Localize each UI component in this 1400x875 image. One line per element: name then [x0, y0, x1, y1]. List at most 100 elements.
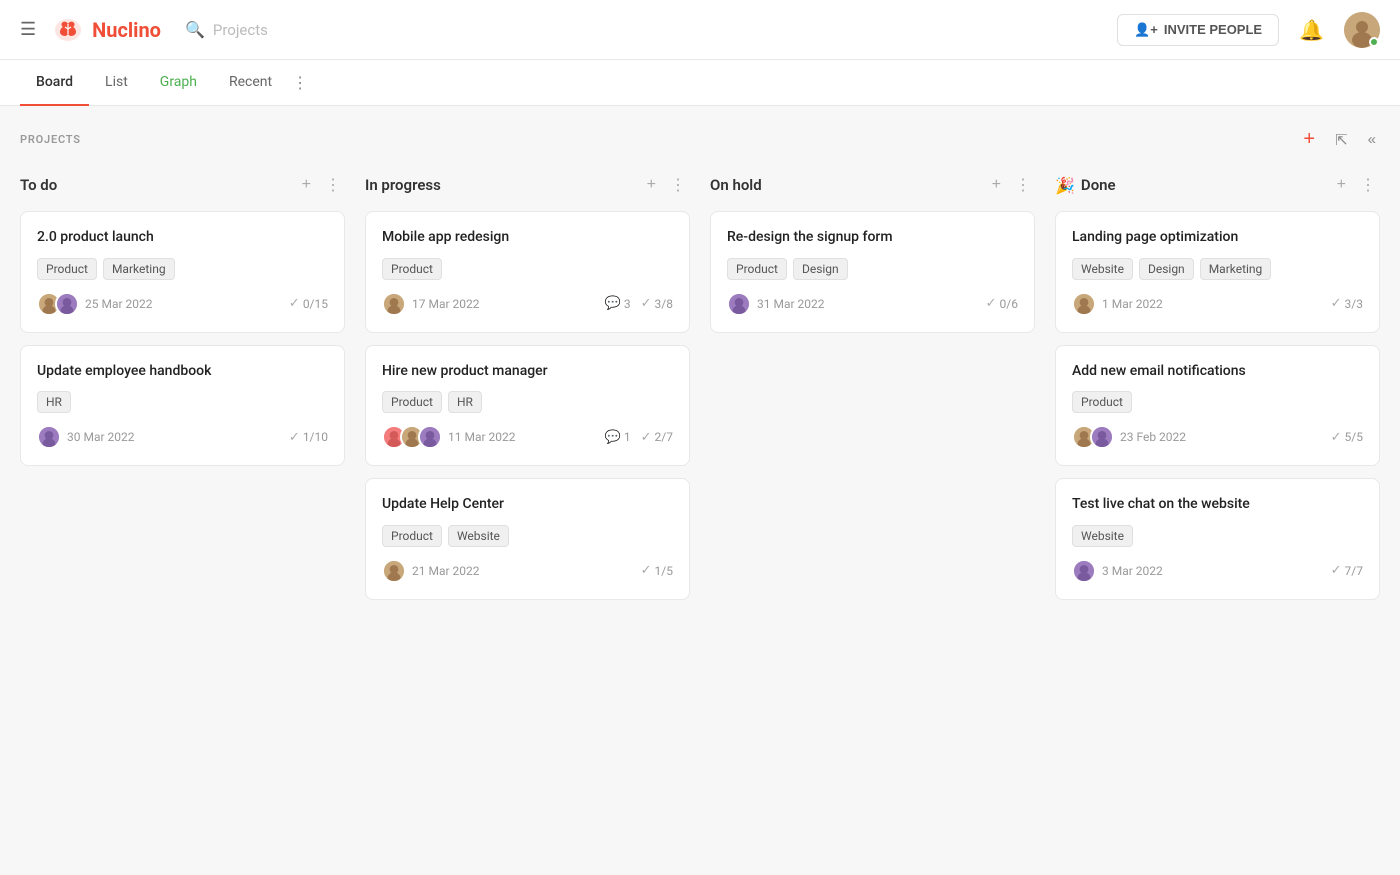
card-footer-card6: 31 Mar 2022 ✓ 0/6 — [727, 292, 1018, 316]
card-checks-card7: ✓ 3/3 — [1331, 296, 1363, 311]
column-header-inprogress: In progress + ⋮ — [365, 173, 690, 197]
tag: Product — [1072, 391, 1132, 413]
card-card3[interactable]: Mobile app redesign Product 17 Mar 2022 💬 … — [365, 211, 690, 333]
tag: Marketing — [103, 258, 175, 280]
card-date-card9: 3 Mar 2022 — [1102, 564, 1323, 578]
add-card-button-inprogress[interactable]: + — [643, 174, 660, 196]
kanban-board: To do+⋮2.0 product launchProductMarketin… — [20, 173, 1380, 612]
check-icon: ✓ — [1331, 430, 1342, 445]
tab-list[interactable]: List — [89, 60, 144, 106]
mini-avatar — [1090, 425, 1114, 449]
card-footer-card7: 1 Mar 2022 ✓ 3/3 — [1072, 292, 1363, 316]
column-more-button-inprogress[interactable]: ⋮ — [666, 173, 690, 197]
logo-icon — [52, 14, 84, 46]
card-date-card3: 17 Mar 2022 — [412, 297, 597, 311]
projects-label: PROJECTS — [20, 133, 81, 146]
tag: Website — [1072, 258, 1133, 280]
card-title-card8: Add new email notifications — [1072, 362, 1363, 382]
card-card7[interactable]: Landing page optimizationWebsiteDesignMa… — [1055, 211, 1380, 333]
tag: Design — [793, 258, 848, 280]
tag: Product — [382, 525, 442, 547]
card-footer-card3: 17 Mar 2022💬 3✓ 3/8 — [382, 292, 673, 316]
column-onhold: On hold+⋮Re-design the signup formProduc… — [710, 173, 1035, 345]
mini-avatar — [1072, 559, 1096, 583]
header-right: 👤+ INVITE PEOPLE 🔔 — [1117, 12, 1380, 48]
column-more-button-onhold[interactable]: ⋮ — [1011, 173, 1035, 197]
hamburger-icon[interactable]: ☰ — [20, 19, 36, 40]
tag: Product — [37, 258, 97, 280]
card-card9[interactable]: Test live chat on the websiteWebsite 3 M… — [1055, 478, 1380, 600]
tag: HR — [448, 391, 482, 413]
card-title-card4: Hire new product manager — [382, 362, 673, 382]
card-date-card6: 31 Mar 2022 — [757, 297, 978, 311]
invite-people-button[interactable]: 👤+ INVITE PEOPLE — [1117, 14, 1279, 46]
card-avatars-card1 — [37, 292, 73, 316]
card-tags-card3: Product — [382, 258, 673, 280]
tab-more-icon[interactable]: ⋮ — [292, 73, 308, 92]
card-checks-card8: ✓ 5/5 — [1331, 430, 1363, 445]
card-card4[interactable]: Hire new product managerProductHR 11 Mar… — [365, 345, 690, 467]
add-card-button-onhold[interactable]: + — [988, 174, 1005, 196]
card-footer-card1: 25 Mar 2022 ✓ 0/15 — [37, 292, 328, 316]
column-todo: To do+⋮2.0 product launchProductMarketin… — [20, 173, 345, 478]
card-date-card1: 25 Mar 2022 — [85, 297, 281, 311]
tag: HR — [37, 391, 71, 413]
column-more-button-todo[interactable]: ⋮ — [321, 173, 345, 197]
card-card2[interactable]: Update employee handbookHR 30 Mar 2022✓ … — [20, 345, 345, 467]
check-icon: ✓ — [641, 430, 652, 445]
column-done: 🎉Done+⋮Landing page optimizationWebsiteD… — [1055, 173, 1380, 612]
mini-avatar — [418, 425, 442, 449]
card-card8[interactable]: Add new email notifications Product 23 Fe… — [1055, 345, 1380, 467]
card-title-card9: Test live chat on the website — [1072, 495, 1363, 515]
tag: Product — [382, 391, 442, 413]
card-comments-card4: 💬 1 — [605, 430, 631, 445]
tab-graph[interactable]: Graph — [144, 60, 213, 106]
column-title-todo: To do — [20, 176, 292, 194]
mini-avatar — [55, 292, 79, 316]
comment-icon: 💬 — [605, 296, 621, 311]
projects-header: PROJECTS + ⇱ « — [20, 126, 1380, 153]
column-more-button-done[interactable]: ⋮ — [1356, 173, 1380, 197]
add-project-button[interactable]: + — [1299, 126, 1319, 153]
tag: Product — [727, 258, 787, 280]
notification-icon[interactable]: 🔔 — [1299, 18, 1324, 42]
card-tags-card7: WebsiteDesignMarketing — [1072, 258, 1363, 280]
check-icon: ✓ — [289, 430, 300, 445]
card-tags-card5: Product Website — [382, 525, 673, 547]
card-footer-card5: 21 Mar 2022✓ 1/5 — [382, 559, 673, 583]
search-placeholder: Projects — [213, 21, 268, 39]
logo-text: Nuclino — [92, 18, 161, 42]
card-footer-card2: 30 Mar 2022✓ 1/10 — [37, 425, 328, 449]
column-title-inprogress: In progress — [365, 176, 637, 194]
column-title-onhold: On hold — [710, 176, 982, 194]
card-date-card7: 1 Mar 2022 — [1102, 297, 1323, 311]
column-header-done: 🎉Done+⋮ — [1055, 173, 1380, 197]
add-card-button-todo[interactable]: + — [298, 174, 315, 196]
add-card-button-done[interactable]: + — [1333, 174, 1350, 196]
card-avatars-card8 — [1072, 425, 1108, 449]
expand-icon[interactable]: ⇱ — [1331, 129, 1352, 151]
card-card1[interactable]: 2.0 product launchProductMarketing 25 Ma… — [20, 211, 345, 333]
check-icon: ✓ — [1331, 563, 1342, 578]
search-area[interactable]: 🔍 Projects — [185, 20, 1117, 39]
mini-avatar — [382, 559, 406, 583]
tab-recent[interactable]: Recent — [213, 60, 288, 106]
logo-area[interactable]: Nuclino — [52, 14, 161, 46]
column-header-onhold: On hold + ⋮ — [710, 173, 1035, 197]
card-meta-card6: ✓ 0/6 — [986, 296, 1018, 311]
tab-board[interactable]: Board — [20, 60, 89, 106]
user-avatar-wrap[interactable] — [1344, 12, 1380, 48]
card-title-card3: Mobile app redesign — [382, 228, 673, 248]
tag: Product — [382, 258, 442, 280]
card-checks-card6: ✓ 0/6 — [986, 296, 1018, 311]
check-icon: ✓ — [641, 563, 652, 578]
card-checks-card1: ✓ 0/15 — [289, 296, 328, 311]
collapse-icon[interactable]: « — [1364, 129, 1380, 150]
column-inprogress: In progress + ⋮ Mobile app redesign Product … — [365, 173, 690, 612]
card-card6[interactable]: Re-design the signup formProductDesign 3… — [710, 211, 1035, 333]
projects-actions: + ⇱ « — [1299, 126, 1380, 153]
card-comments-card3: 💬 3 — [605, 296, 631, 311]
card-date-card8: 23 Feb 2022 — [1120, 430, 1323, 444]
tag: Website — [448, 525, 509, 547]
card-card5[interactable]: Update Help CenterProductWebsite 21 Mar … — [365, 478, 690, 600]
